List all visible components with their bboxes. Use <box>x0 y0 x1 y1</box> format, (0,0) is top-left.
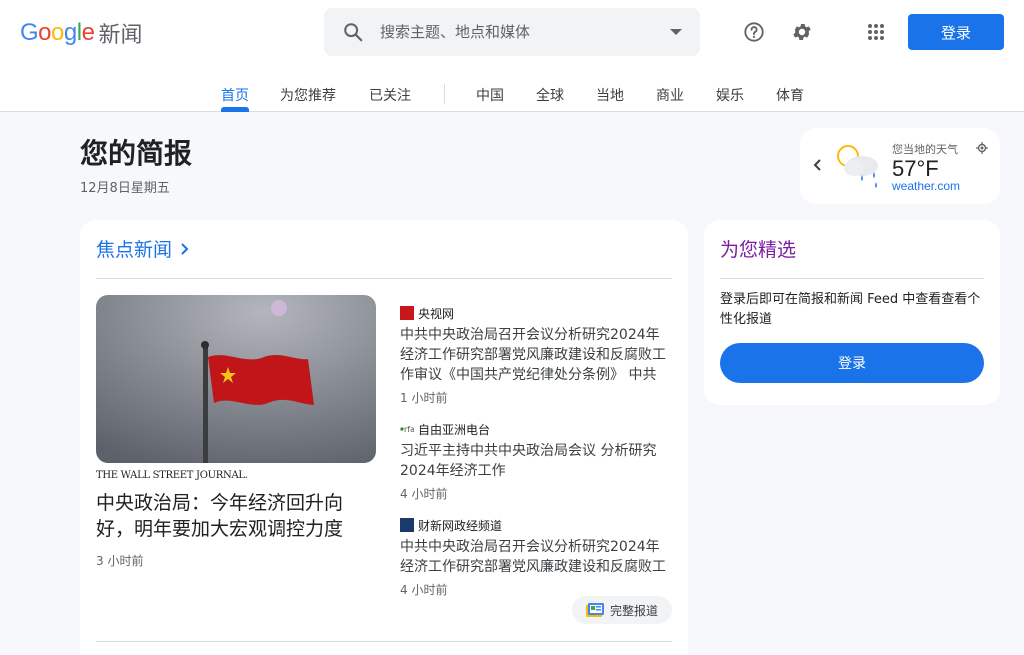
full-coverage-icon <box>585 603 604 617</box>
apps-grid-icon <box>868 24 884 40</box>
tab-sports[interactable]: 体育 <box>776 85 804 105</box>
story-source[interactable]: 央视网 <box>418 305 454 322</box>
red-flag-photo <box>96 295 376 463</box>
google-apps-button[interactable] <box>860 16 892 48</box>
logo-letter: e <box>81 19 95 46</box>
tab-for-you[interactable]: 为您推荐 <box>280 85 336 105</box>
divider <box>720 278 984 279</box>
picks-for-you-card: 为您精选 登录后即可在简报和新闻 Feed 中查看查看个性化报道 登录 <box>704 220 1000 405</box>
hero-source[interactable]: THE WALL STREET JOURNAL. <box>96 470 248 481</box>
settings-button[interactable] <box>786 16 818 48</box>
svg-text:rfa: rfa <box>404 425 414 434</box>
story-source[interactable]: 财新网政经频道 <box>418 517 502 534</box>
picks-description: 登录后即可在简报和新闻 Feed 中查看查看个性化报道 <box>720 292 981 327</box>
search-options-dropdown-icon[interactable] <box>670 29 682 35</box>
weather-widget[interactable]: 您当地的天气 57°F weather.com <box>800 128 1000 204</box>
chevron-right-icon <box>181 242 189 255</box>
story-source[interactable]: 自由亚洲电台 <box>418 421 490 438</box>
logo-letter: o <box>51 19 64 46</box>
sign-in-button[interactable]: 登录 <box>908 14 1004 50</box>
search-input[interactable] <box>380 8 660 56</box>
logo-product-name: 新闻 <box>98 23 143 48</box>
picks-title: 为您精选 <box>720 239 797 261</box>
help-icon <box>744 22 764 42</box>
logo-letter: o <box>38 19 52 46</box>
page-title: 您的简报 <box>80 137 193 170</box>
tab-local[interactable]: 当地 <box>596 85 624 105</box>
search-icon[interactable] <box>342 21 364 43</box>
tab-entertainment[interactable]: 娱乐 <box>716 85 744 105</box>
full-coverage-button[interactable]: 完整报道 <box>572 596 672 624</box>
partly-cloudy-rain-icon <box>837 145 878 188</box>
source-favicon-icon: rfa <box>400 422 415 436</box>
story-item: 央视网 中共中央政治局召开会议分析研究2024年经济工作研究部署党风廉政建设和反… <box>400 305 672 406</box>
help-button[interactable] <box>738 16 770 48</box>
picks-sign-in-button[interactable]: 登录 <box>720 343 984 383</box>
logo-letter: g <box>63 19 77 46</box>
search-box[interactable] <box>324 8 700 56</box>
source-favicon-icon <box>400 306 414 320</box>
logo-letter: G <box>20 19 39 46</box>
hero-story-time: 3 小时前 <box>96 554 144 568</box>
active-tab-indicator <box>221 107 249 112</box>
gear-icon <box>793 24 811 40</box>
top-stories-card: 焦点新闻 THE WALL STREET JOURNAL. 中央政治局：今年经济… <box>80 220 688 655</box>
tab-following[interactable]: 已关注 <box>369 85 411 105</box>
tab-business[interactable]: 商业 <box>656 85 684 105</box>
briefing-date: 12月8日星期五 <box>80 181 170 196</box>
source-favicon-icon <box>400 518 414 532</box>
tab-world[interactable]: 全球 <box>536 85 564 105</box>
hero-story-title[interactable]: 中央政治局：今年经济回升向好，明年要加大宏观调控力度 <box>96 490 376 542</box>
story-title[interactable]: 中共中央政治局召开会议分析研究2024年经济工作研究部署党风廉政建设和反腐败工作 <box>400 537 672 577</box>
weather-label: 您当地的天气 <box>892 143 958 156</box>
divider <box>96 641 672 642</box>
top-stories-header-link[interactable]: 焦点新闻 <box>96 235 190 262</box>
story-item: 财新网政经频道 中共中央政治局召开会议分析研究2024年经济工作研究部署党风廉政… <box>400 517 672 598</box>
story-time: 4 小时前 <box>400 487 448 501</box>
divider <box>96 278 672 279</box>
full-coverage-label: 完整报道 <box>609 603 658 618</box>
google-news-logo[interactable]: Google 新闻 <box>20 18 142 48</box>
story-title[interactable]: 习近平主持中共中央政治局会议 分析研究2024年经济工作 <box>400 441 672 481</box>
tab-divider <box>444 84 445 104</box>
story-time: 1 小时前 <box>400 391 448 405</box>
top-stories-title: 焦点新闻 <box>96 239 173 261</box>
location-icon[interactable] <box>976 142 988 154</box>
tab-china[interactable]: 中国 <box>476 85 504 105</box>
story-title[interactable]: 中共中央政治局召开会议分析研究2024年经济工作研究部署党风廉政建设和反腐败工作… <box>400 325 672 385</box>
top-app-bar: Google 新闻 登录 首页 为您推荐 已关注 中国 全球 当地 商业 娱乐 … <box>0 0 1024 112</box>
weather-source-link[interactable]: weather.com <box>892 179 960 193</box>
chevron-left-icon[interactable] <box>812 157 824 173</box>
story-item: rfa 自由亚洲电台 习近平主持中共中央政治局会议 分析研究2024年经济工作 … <box>400 421 672 502</box>
hero-story-image[interactable] <box>96 295 376 463</box>
tab-home[interactable]: 首页 <box>221 85 249 105</box>
section-tabs: 首页 为您推荐 已关注 中国 全球 当地 商业 娱乐 体育 <box>0 76 1024 112</box>
